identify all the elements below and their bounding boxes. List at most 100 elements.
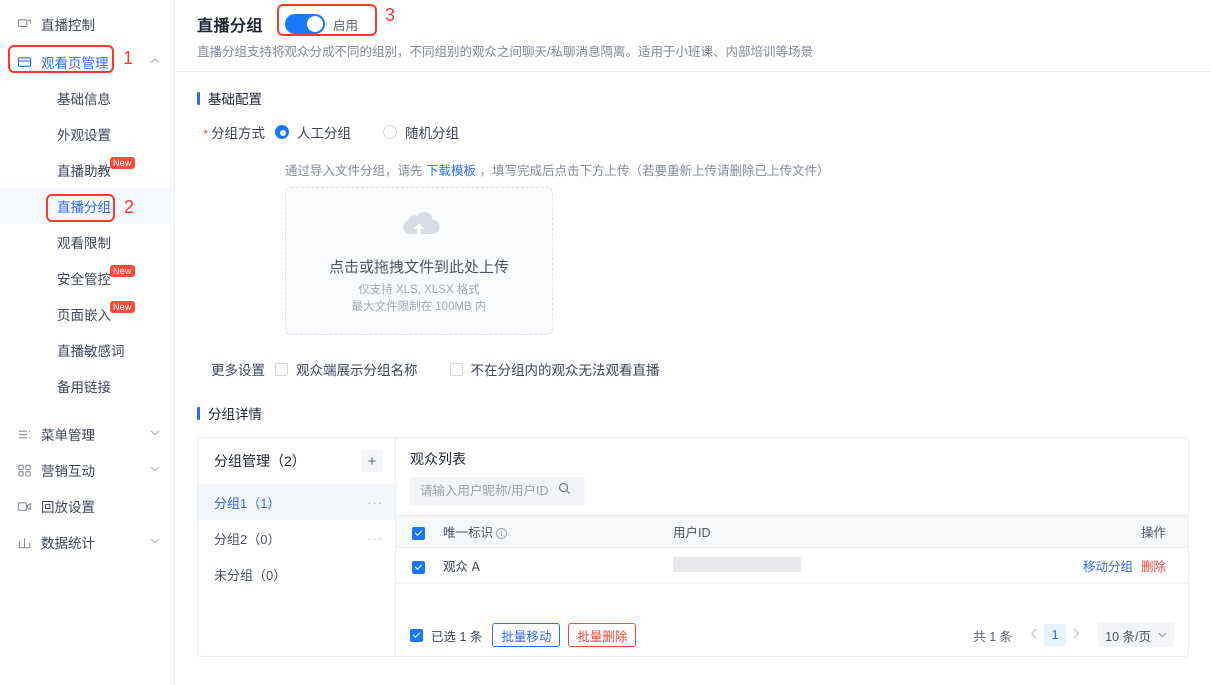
- group-item-count: （1）: [247, 495, 281, 511]
- new-badge: New: [110, 157, 135, 169]
- new-badge: New: [110, 265, 135, 277]
- radio-manual-grouping[interactable]: 人工分组: [275, 122, 351, 142]
- group-item-name: 分组1: [214, 495, 248, 511]
- move-group-link[interactable]: 移动分组: [1083, 560, 1133, 574]
- page-size-select[interactable]: 10 条/页: [1098, 623, 1174, 647]
- add-group-button[interactable]: +: [361, 450, 383, 472]
- section-title-text: 分组详情: [208, 407, 262, 422]
- chevron-left-icon[interactable]: [1030, 628, 1038, 642]
- viewer-list-title: 观众列表: [410, 451, 466, 467]
- cloud-upload-icon: [396, 207, 442, 244]
- import-hint: 通过导入文件分组，请先 下载模板 ，填写完成后点击下方上传（若要重新上传请删除已…: [285, 160, 1189, 179]
- group-item-more-icon[interactable]: ···: [367, 495, 383, 510]
- select-all-checkbox[interactable]: [412, 526, 425, 540]
- chevron-down-icon[interactable]: [150, 537, 160, 548]
- batch-move-button[interactable]: 批量移动: [492, 623, 561, 647]
- sidebar-item-data-statistics[interactable]: 数据统计: [0, 524, 174, 560]
- group-management-column: 分组管理（2） + 分组1（1） ··· 分组2（0） ··· 未分组（0）: [198, 438, 396, 656]
- th-actions: 操作: [972, 515, 1188, 548]
- sidebar-item-marketing[interactable]: 营销互动: [0, 452, 174, 488]
- annotation-number-3: 3: [385, 5, 396, 25]
- checkbox-label: 不在分组内的观众无法观看直播: [470, 363, 660, 378]
- th-unique-id: 唯一标识 i: [442, 515, 672, 548]
- radio-random-grouping[interactable]: 随机分组: [383, 122, 459, 142]
- section-group-detail-title: 分组详情: [197, 403, 1189, 423]
- chevron-right-icon[interactable]: [1072, 628, 1080, 642]
- more-settings-label: 更多设置: [211, 363, 265, 378]
- footer-select-all-checkbox[interactable]: [410, 628, 423, 642]
- sidebar-item-watch-restrictions[interactable]: 观看限制: [0, 224, 174, 260]
- sidebar-item-live-assistant[interactable]: 直播助教 New: [0, 152, 174, 188]
- download-template-link[interactable]: 下载模板: [426, 164, 476, 178]
- sidebar: 直播控制 观看页管理 基础信息 外观设置 直播助教 New 直播分组 观看限制 …: [0, 0, 175, 685]
- checkbox-show-group-name[interactable]: 观众端展示分组名称: [275, 359, 418, 379]
- import-hint-prefix: 通过导入文件分组，请先: [285, 164, 426, 178]
- plus-icon: +: [367, 452, 377, 470]
- screen-share-icon: [16, 16, 32, 32]
- sidebar-item-live-control[interactable]: 直播控制: [0, 6, 174, 42]
- group-item-ungrouped[interactable]: 未分组（0）: [198, 556, 395, 592]
- sidebar-item-playback-settings[interactable]: 回放设置: [0, 488, 174, 524]
- file-upload-dropzone[interactable]: 点击或拖拽文件到此处上传 仅支持 XLS, XLSX 格式 最大文件限制在 10…: [285, 187, 553, 335]
- sidebar-item-page-embed[interactable]: 页面嵌入 New: [0, 296, 174, 332]
- sidebar-item-watch-page-management[interactable]: 观看页管理: [0, 44, 174, 80]
- group-count: （2）: [270, 453, 306, 469]
- sidebar-item-sensitive-words[interactable]: 直播敏感词: [0, 332, 174, 368]
- section-bar: [197, 91, 200, 105]
- enable-toggle[interactable]: [285, 14, 326, 34]
- app-root: 直播控制 观看页管理 基础信息 外观设置 直播助教 New 直播分组 观看限制 …: [0, 0, 1211, 685]
- sidebar-item-label: 页面嵌入: [57, 308, 111, 323]
- chevron-up-icon[interactable]: [150, 57, 160, 68]
- sidebar-item-basic-info[interactable]: 基础信息: [0, 80, 174, 116]
- info-icon[interactable]: i: [496, 528, 508, 539]
- search-input[interactable]: [418, 483, 558, 499]
- viewer-table: 唯一标识 i 用户ID 操作 观众 A 移动分组 删除: [396, 515, 1188, 584]
- td-user-id: [672, 547, 972, 584]
- group-item-1[interactable]: 分组1（1） ···: [198, 484, 395, 520]
- sidebar-item-live-grouping[interactable]: 直播分组: [0, 188, 174, 224]
- viewer-table-body: 观众 A 移动分组 删除: [396, 547, 1188, 584]
- sidebar-item-appearance[interactable]: 外观设置: [0, 116, 174, 152]
- sidebar-item-label: 基础信息: [57, 92, 111, 107]
- grid-icon: [16, 462, 32, 478]
- radio-label: 随机分组: [405, 126, 459, 141]
- viewer-search-box[interactable]: [410, 477, 585, 505]
- th-unique-id-label: 唯一标识: [443, 526, 494, 540]
- th-select-all: [396, 515, 442, 548]
- sidebar-item-label: 营销互动: [41, 464, 95, 479]
- sidebar-item-label: 观看限制: [57, 236, 111, 251]
- batch-delete-button[interactable]: 批量删除: [568, 623, 637, 647]
- radio-dot: [383, 125, 397, 139]
- group-item-name: 分组2: [214, 531, 248, 547]
- footer-left: 已选 1 条 批量移动 批量删除: [410, 623, 644, 647]
- chevron-down-icon[interactable]: [150, 465, 160, 476]
- content-body: 基础配置 * 分组方式 人工分组 随机分组 通过导入文件分组，请先 下载模板 ，填…: [175, 72, 1211, 657]
- td-actions: 移动分组 删除: [972, 547, 1188, 584]
- sidebar-item-menu-management[interactable]: 菜单管理: [0, 416, 174, 452]
- sidebar-item-label: 数据统计: [41, 536, 95, 551]
- enable-toggle-label: 启用: [333, 18, 359, 33]
- row-checkbox[interactable]: [412, 560, 425, 574]
- group-mode-label-text: 分组方式: [211, 126, 265, 141]
- redacted-user-id: [673, 556, 801, 572]
- group-item-more-icon[interactable]: ···: [367, 531, 383, 546]
- sidebar-item-label: 回放设置: [41, 500, 95, 515]
- td-unique-id: 观众 A: [442, 547, 672, 584]
- sidebar-item-backup-link[interactable]: 备用链接: [0, 368, 174, 404]
- group-item-name: 未分组: [214, 567, 254, 583]
- bar-chart-icon: [16, 534, 32, 550]
- search-icon[interactable]: [558, 482, 571, 500]
- pagination: 共 1 条 1 10 条/页: [973, 623, 1174, 647]
- sidebar-item-security-control[interactable]: 安全管控 New: [0, 260, 174, 296]
- pagination-page-1[interactable]: 1: [1044, 624, 1067, 646]
- viewer-list-column: 观众列表 请输入用户昵称/用户ID 唯一标识 i 用户ID 操作 观众 A 移动…: [396, 438, 1188, 656]
- delete-link[interactable]: 删除: [1141, 560, 1166, 574]
- sidebar-item-label: 观看页管理: [41, 56, 109, 71]
- chevron-down-icon[interactable]: [150, 429, 160, 440]
- sidebar-item-label: 外观设置: [57, 128, 111, 143]
- annotation-number-1: 1: [123, 48, 134, 68]
- group-item-2[interactable]: 分组2（0） ···: [198, 520, 395, 556]
- checkbox-restrict-ungrouped[interactable]: 不在分组内的观众无法观看直播: [449, 359, 660, 379]
- video-icon: [16, 498, 32, 514]
- viewer-table-head: 唯一标识 i 用户ID 操作: [396, 515, 1188, 548]
